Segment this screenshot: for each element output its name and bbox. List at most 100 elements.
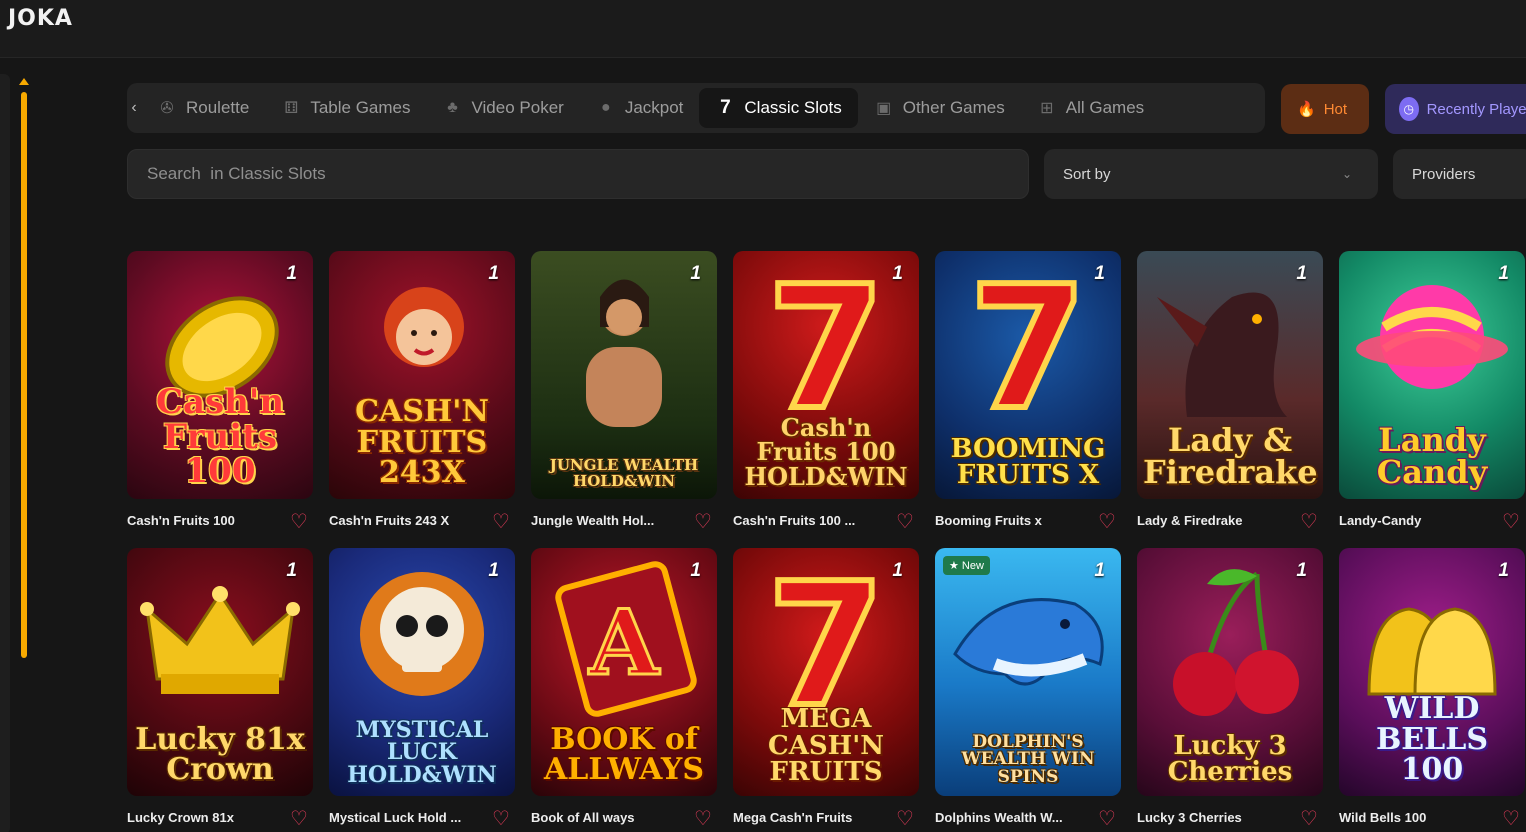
recently-played-button[interactable]: ◷ Recently Played (1385, 84, 1526, 134)
game-number-badge: 1 (1296, 560, 1307, 581)
tab-label: Video Poker (471, 98, 564, 117)
game-thumbnail: Lucky 3 Cherries (1137, 548, 1323, 796)
game-art-title: Lucky 3 Cherries (1167, 730, 1293, 788)
game-card[interactable]: A BOOK of ALLWAYS 1 (531, 548, 717, 796)
page: { "logo": "JOKA", "categories": [ {"labe… (0, 0, 1526, 832)
game-name[interactable]: Lucky Crown 81x (127, 810, 277, 825)
game-number-badge: 1 (690, 560, 701, 581)
game-name[interactable]: Landy-Candy (1339, 513, 1489, 528)
sort-dropdown[interactable]: Sort by ⌄ (1044, 149, 1378, 199)
game-card[interactable]: 7 MEGA CASH'N FRUITS 1 (733, 548, 919, 796)
favorite-heart-icon[interactable]: ♡ (894, 510, 916, 533)
hot-label: Hot (1323, 100, 1348, 118)
game-art-title: BOOMING FRUITS X (950, 433, 1106, 491)
tab-all-games[interactable]: ⊞ All Games (1021, 88, 1160, 128)
game-name[interactable]: Mystical Luck Hold ... (329, 810, 479, 825)
tab-label: All Games (1065, 98, 1145, 117)
game-thumbnail: A BOOK of ALLWAYS (531, 548, 717, 796)
favorite-heart-icon[interactable]: ♡ (490, 807, 512, 830)
game-card[interactable]: Cash'n Fruits 100 1 (127, 251, 313, 499)
scroll-up-arrow-icon[interactable] (19, 78, 29, 85)
providers-dropdown[interactable]: Providers (1393, 149, 1526, 199)
tab-video-poker[interactable]: ♣ Video Poker (427, 88, 580, 128)
game-number-badge: 1 (1296, 263, 1307, 284)
clock-icon: ◷ (1399, 97, 1419, 121)
game-number-badge: 1 (892, 263, 903, 284)
tab-jackpot[interactable]: ● Jackpot (580, 88, 700, 128)
game-name[interactable]: Booming Fruits x (935, 513, 1085, 528)
dice-icon: ⚅ (284, 100, 299, 117)
favorite-heart-icon[interactable]: ♡ (692, 510, 714, 533)
search-input[interactable] (127, 149, 1029, 199)
game-name[interactable]: Mega Cash'n Fruits (733, 810, 883, 825)
game-art-title: CASH'N FRUITS 243X (355, 394, 489, 491)
favorite-heart-icon[interactable]: ♡ (1096, 510, 1118, 533)
game-name[interactable]: Lucky 3 Cherries (1137, 810, 1287, 825)
favorite-heart-icon[interactable]: ♡ (1298, 807, 1320, 830)
favorite-heart-icon[interactable]: ♡ (288, 807, 310, 830)
game-card[interactable]: JUNGLE WEALTH HOLD&WIN 1 (531, 251, 717, 499)
tab-other-games[interactable]: ▣ Other Games (858, 88, 1021, 128)
tab-table-games[interactable]: ⚅ Table Games (265, 88, 426, 128)
game-thumbnail: Lady & Firedrake (1137, 251, 1323, 499)
game-thumbnail: 7 MEGA CASH'N FRUITS (733, 548, 919, 796)
cards-icon: ▣ (876, 100, 892, 117)
game-card[interactable]: Landy Candy 1 (1339, 251, 1525, 499)
favorite-heart-icon[interactable]: ♡ (1500, 510, 1522, 533)
favorite-heart-icon[interactable]: ♡ (1500, 807, 1522, 830)
game-name[interactable]: Cash'n Fruits 243 X (329, 513, 479, 528)
tab-label: Roulette (186, 98, 250, 117)
game-card[interactable]: 7 Cash'n Fruits 100 HOLD&WIN 1 (733, 251, 919, 499)
game-thumbnail: CASH'N FRUITS 243X (329, 251, 515, 499)
seven-icon: 7 (720, 97, 731, 118)
favorite-heart-icon[interactable]: ♡ (288, 510, 310, 533)
favorite-heart-icon[interactable]: ♡ (1298, 510, 1320, 533)
game-card[interactable]: DOLPHIN'S WEALTH WIN SPINS 1 ★ New (935, 548, 1121, 796)
tab-label: Classic Slots (744, 98, 842, 117)
favorite-heart-icon[interactable]: ♡ (692, 807, 714, 830)
category-tabs: ‹ ✇ Roulette ⚅ Table Games ♣ Video Poker… (127, 83, 1265, 133)
game-name[interactable]: Book of All ways (531, 810, 681, 825)
game-thumbnail: DOLPHIN'S WEALTH WIN SPINS (935, 548, 1121, 796)
game-card[interactable]: CASH'N FRUITS 243X 1 (329, 251, 515, 499)
game-name[interactable]: Dolphins Wealth W... (935, 810, 1085, 825)
flame-icon: 🔥 (1297, 101, 1316, 118)
game-number-badge: 1 (488, 263, 499, 284)
game-card[interactable]: 7 BOOMING FRUITS X 1 (935, 251, 1121, 499)
game-number-badge: 1 (286, 263, 297, 284)
game-card[interactable]: Lady & Firedrake 1 (1137, 251, 1323, 499)
game-card[interactable]: Lucky 81x Crown 1 (127, 548, 313, 796)
club-icon: ♣ (447, 99, 458, 116)
game-name[interactable]: Cash'n Fruits 100 (127, 513, 277, 528)
logo[interactable]: JOKA (8, 6, 73, 31)
game-thumbnail: JUNGLE WEALTH HOLD&WIN (531, 251, 717, 499)
hot-button[interactable]: 🔥 Hot (1281, 84, 1369, 134)
tab-label: Table Games (310, 98, 411, 117)
scrollbar[interactable] (21, 92, 27, 658)
game-name[interactable]: Lady & Firedrake (1137, 513, 1287, 528)
game-name[interactable]: Wild Bells 100 (1339, 810, 1489, 825)
game-art-title: Lady & Firedrake (1143, 420, 1318, 492)
favorite-heart-icon[interactable]: ♡ (1096, 807, 1118, 830)
game-card[interactable]: Lucky 3 Cherries 1 (1137, 548, 1323, 796)
jackpot-bag-icon: ● (600, 99, 611, 116)
chevron-left-icon[interactable]: ‹ (127, 83, 141, 133)
recent-label: Recently Played (1426, 100, 1526, 118)
favorite-heart-icon[interactable]: ♡ (490, 510, 512, 533)
game-number-badge: 1 (1094, 263, 1105, 284)
game-art-title: MYSTICAL LUCK HOLD&WIN (347, 716, 497, 788)
game-card[interactable]: WILD BELLS 100 1 (1339, 548, 1525, 796)
game-thumbnail: 7 BOOMING FRUITS X (935, 251, 1121, 499)
chevron-down-icon: ⌄ (1341, 167, 1352, 181)
game-name[interactable]: Cash'n Fruits 100 ... (733, 513, 883, 528)
game-number-badge: 1 (488, 560, 499, 581)
game-name[interactable]: Jungle Wealth Hol... (531, 513, 681, 528)
game-card[interactable]: MYSTICAL LUCK HOLD&WIN 1 (329, 548, 515, 796)
svg-text:7: 7 (969, 257, 1087, 427)
tab-roulette[interactable]: ✇ Roulette (141, 88, 265, 128)
roulette-icon: ✇ (160, 100, 174, 117)
tab-classic-slots[interactable]: 7 Classic Slots (699, 88, 858, 128)
game-art-title: BOOK of ALLWAYS (543, 721, 705, 788)
game-thumbnail: Landy Candy (1339, 251, 1525, 499)
favorite-heart-icon[interactable]: ♡ (894, 807, 916, 830)
